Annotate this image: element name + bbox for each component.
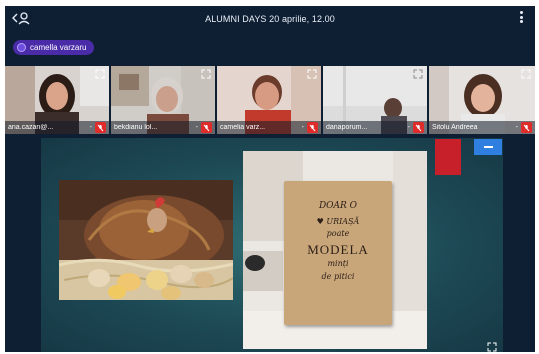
muted-mic-icon: [413, 122, 424, 133]
meeting-window: ALUMNI DAYS 20 aprilie, 12.00 camella va…: [5, 6, 535, 352]
quote-card-photo: DOAR O ♥ URIAȘĂ poate MODELA minți de pi…: [243, 151, 427, 349]
red-marker-tab: [435, 139, 461, 175]
card-text-line: MODELA: [307, 242, 369, 257]
fullscreen-icon[interactable]: [487, 342, 497, 352]
participant-options-button[interactable]: -: [302, 124, 304, 131]
participant-name: ana.cazan@...: [8, 124, 54, 131]
expand-icon[interactable]: [201, 69, 211, 79]
participant-tile-active[interactable]: camelia varz... -: [217, 66, 321, 134]
card-text-line: ♥ URIAȘĂ: [316, 217, 360, 226]
top-bar: ALUMNI DAYS 20 aprilie, 12.00: [5, 6, 535, 40]
participant-name: bekdianu lol...: [114, 124, 158, 131]
participant-tile[interactable]: Sitolu Andreea -: [429, 66, 535, 134]
expand-icon[interactable]: [307, 69, 317, 79]
participant-tile[interactable]: ana.cazan@... -: [5, 66, 109, 134]
participant-strip: ana.cazan@... - bekdianu lol... - cameli…: [5, 66, 535, 134]
minimize-button[interactable]: [474, 139, 502, 155]
card-text-line: minți: [327, 259, 349, 268]
card-text-line: de pitici: [321, 272, 355, 281]
participant-options-button[interactable]: -: [196, 124, 198, 131]
speaker-icon: [17, 43, 26, 52]
expand-icon[interactable]: [413, 69, 423, 79]
participant-label-bar: camelia varz... -: [217, 121, 321, 134]
participant-name: danaporum...: [326, 124, 368, 131]
muted-mic-icon: [307, 122, 318, 133]
participant-tile[interactable]: danaporum... -: [323, 66, 427, 134]
meeting-title: ALUMNI DAYS 20 aprilie, 12.00: [205, 14, 335, 24]
participant-label-bar: Sitolu Andreea -: [429, 121, 535, 134]
card-text-line: DOAR O: [318, 201, 358, 211]
active-speaker-badge: camella varzaru: [13, 40, 95, 55]
quote-card: DOAR O ♥ URIAȘĂ poate MODELA minți de pi…: [284, 181, 392, 325]
card-text-line: poate: [326, 229, 350, 238]
more-vertical-icon[interactable]: [517, 11, 525, 25]
participant-options-button[interactable]: -: [408, 124, 410, 131]
muted-mic-icon: [201, 122, 212, 133]
participant-options-button[interactable]: -: [90, 124, 92, 131]
minimize-icon: [483, 146, 493, 148]
participant-label-bar: bekdianu lol... -: [111, 121, 215, 134]
hen-with-chicks-photo: [59, 180, 233, 300]
participant-name: camelia varz...: [220, 124, 266, 131]
participant-name: Sitolu Andreea: [432, 124, 478, 131]
muted-mic-icon: [95, 122, 106, 133]
participant-options-button[interactable]: -: [516, 124, 518, 131]
active-speaker-name: camella varzaru: [30, 43, 87, 52]
muted-mic-icon: [521, 122, 532, 133]
expand-icon[interactable]: [521, 69, 531, 79]
participant-label-bar: danaporum... -: [323, 121, 427, 134]
participant-label-bar: ana.cazan@... -: [5, 121, 109, 134]
expand-icon[interactable]: [95, 69, 105, 79]
participant-tile[interactable]: bekdianu lol... -: [111, 66, 215, 134]
